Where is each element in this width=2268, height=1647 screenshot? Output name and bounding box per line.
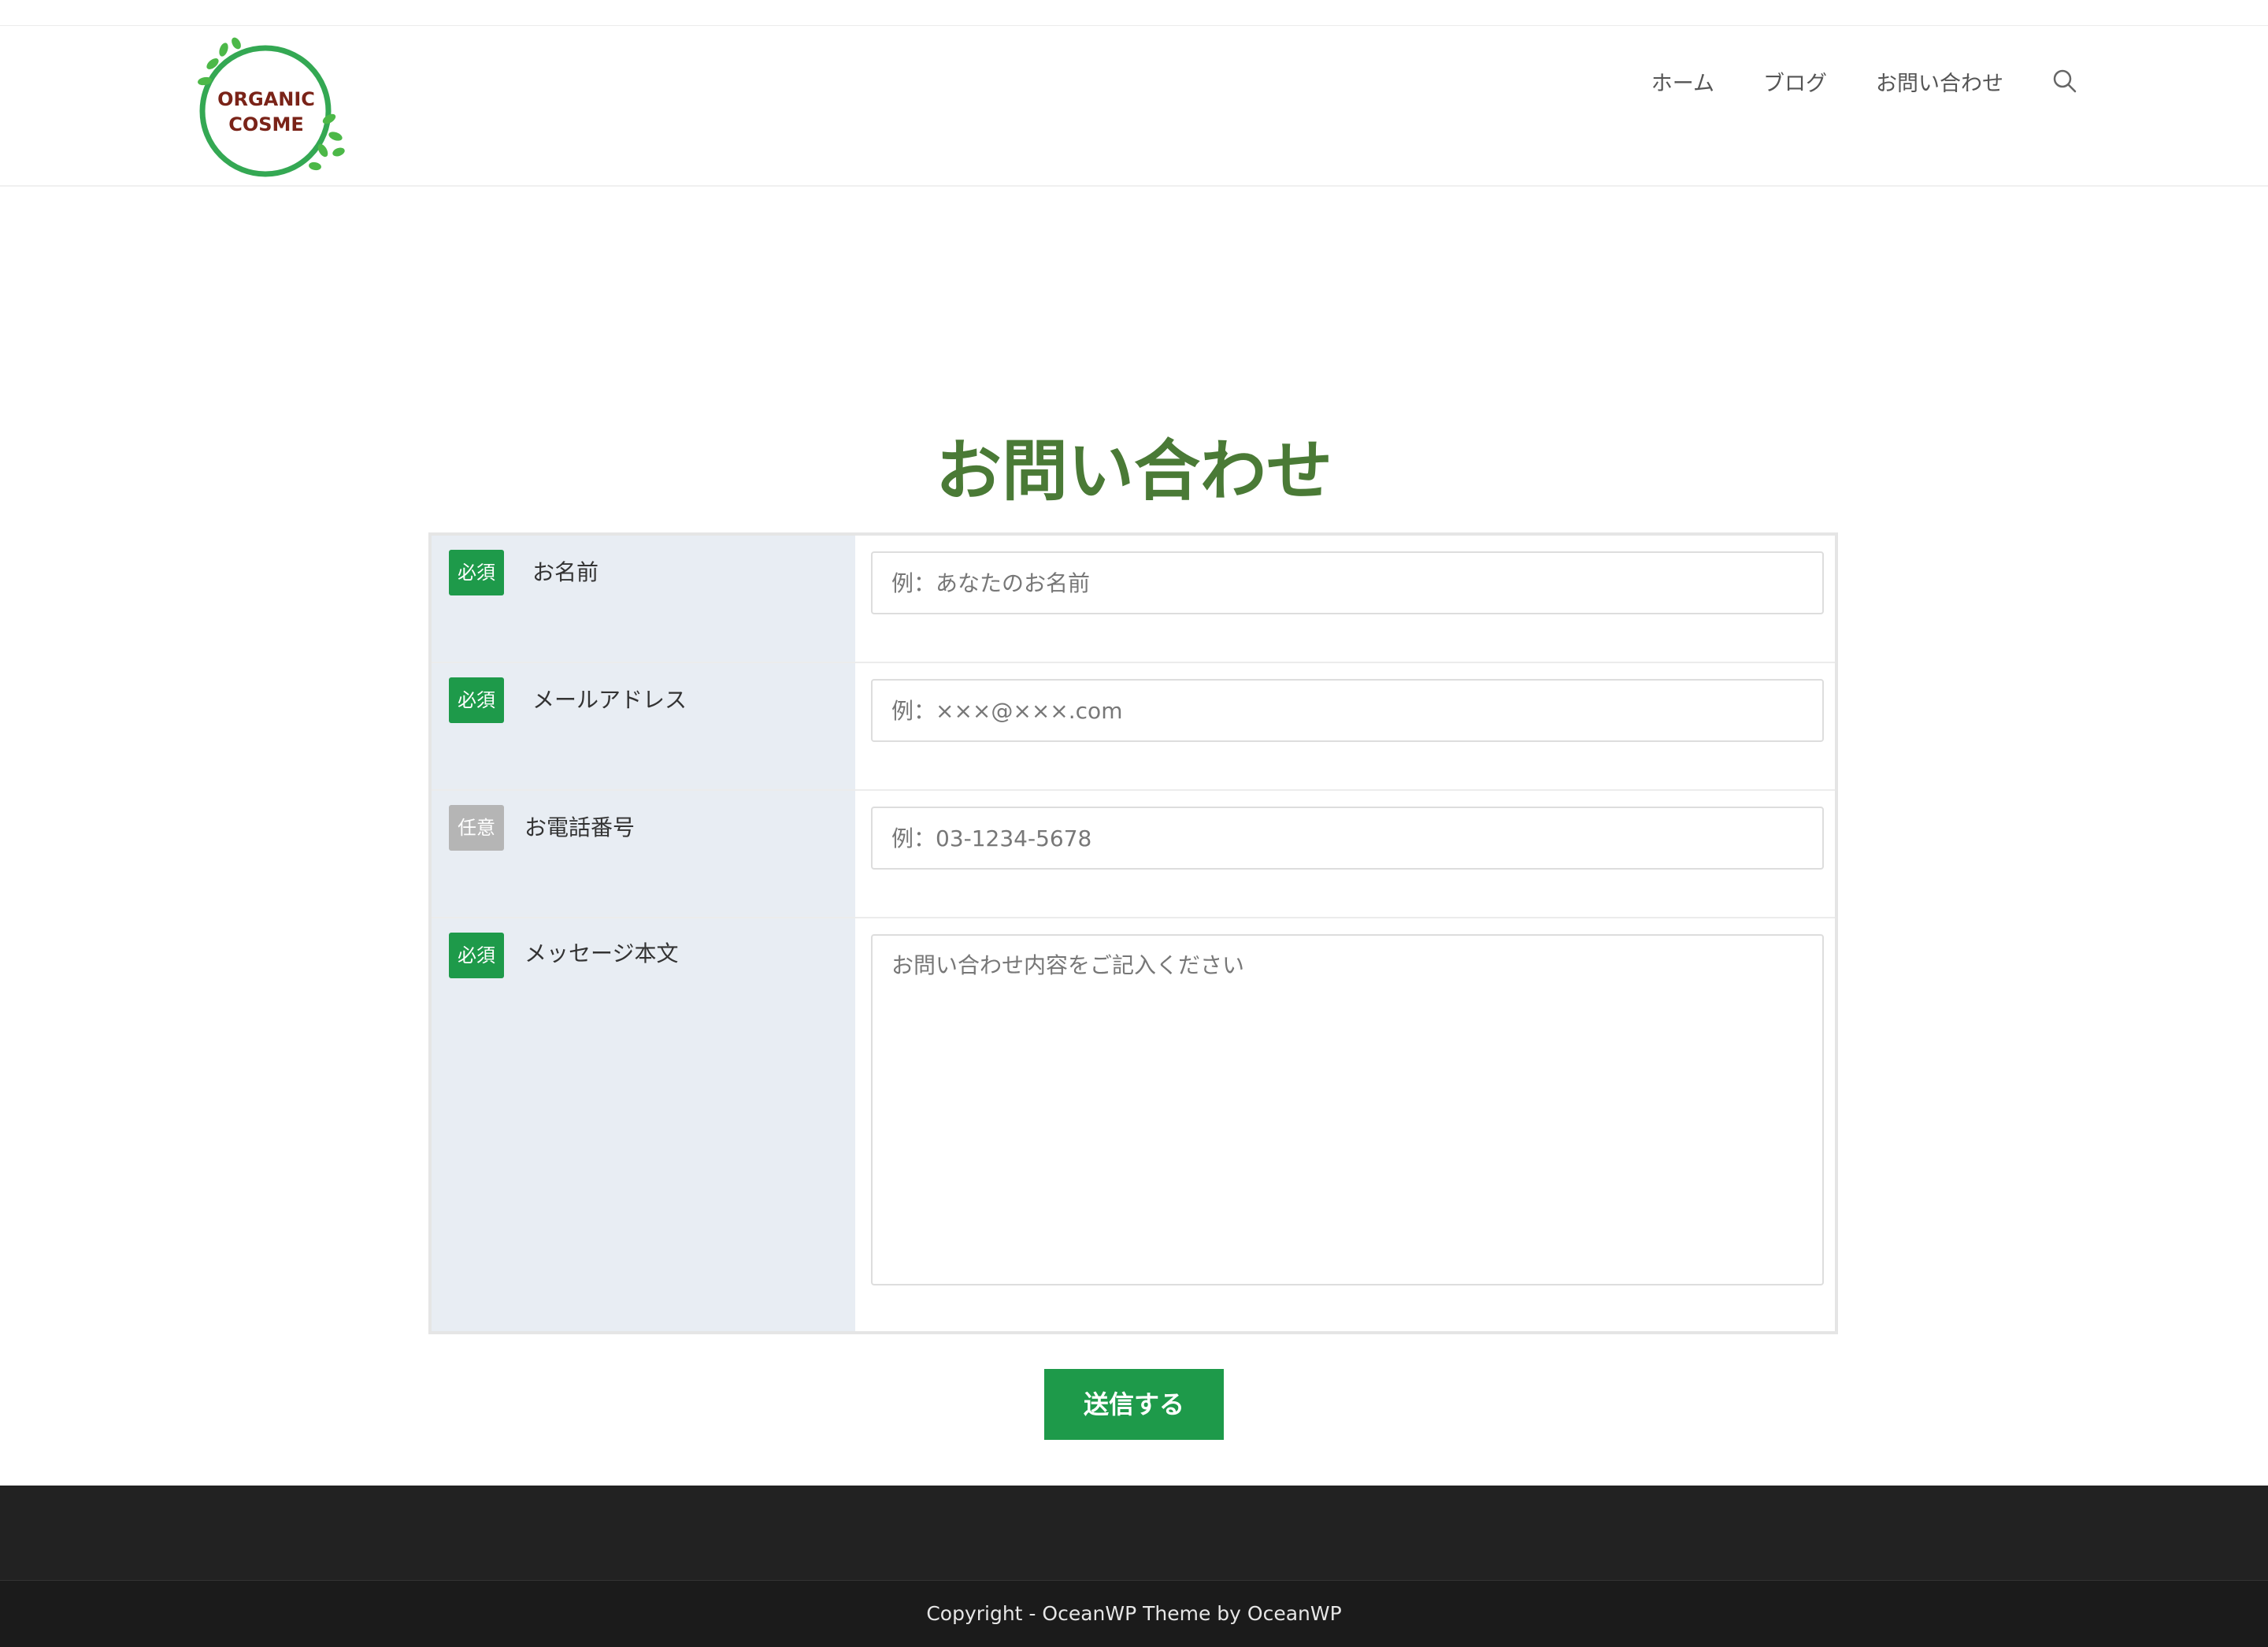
label-cell: 任意 お電話番号 <box>432 791 855 917</box>
form-row-message: 必須 メッセージ本文 <box>432 918 1835 1331</box>
email-label: メールアドレス <box>532 687 687 713</box>
label-cell: 必須 お名前 <box>432 536 855 662</box>
site-footer: Copyright - OceanWP Theme by OceanWP <box>0 1580 2268 1647</box>
email-input[interactable] <box>871 679 1824 742</box>
required-badge: 必須 <box>449 677 504 723</box>
site-header: ORGANIC COSME ホーム ブログ お問い合わせ <box>0 26 2268 187</box>
search-icon[interactable] <box>2051 67 2079 95</box>
name-input[interactable] <box>871 551 1824 614</box>
contact-form: 必須 お名前 必須 メールアドレス 任意 お電話番号 必須 メッセージ本文 <box>428 532 1838 1334</box>
svg-text:ORGANIC: ORGANIC <box>217 88 315 110</box>
nav-item-contact[interactable]: お問い合わせ <box>1876 66 2003 97</box>
footer-widgets <box>0 1486 2268 1580</box>
submit-button[interactable]: 送信する <box>1044 1369 1224 1440</box>
field-cell <box>855 918 1835 1331</box>
top-bar <box>0 0 2268 26</box>
form-row-email: 必須 メールアドレス <box>432 663 1835 791</box>
message-textarea[interactable] <box>871 934 1824 1285</box>
copyright-text: Copyright - OceanWP Theme by OceanWP <box>926 1602 1342 1625</box>
svg-text:COSME: COSME <box>228 113 304 135</box>
required-badge: 必須 <box>449 933 504 978</box>
form-row-name: 必須 お名前 <box>432 536 1835 663</box>
nav-item-blog[interactable]: ブログ <box>1763 66 1827 97</box>
phone-label: お電話番号 <box>524 814 636 840</box>
phone-input[interactable] <box>871 807 1824 870</box>
organic-cosme-logo: ORGANIC COSME <box>198 37 345 177</box>
page-title: お問い合わせ <box>935 432 1332 510</box>
form-row-phone: 任意 お電話番号 <box>432 791 1835 918</box>
label-cell: 必須 メールアドレス <box>432 663 855 789</box>
required-badge: 必須 <box>449 550 504 595</box>
field-cell <box>855 536 1835 662</box>
main-nav: ホーム ブログ お問い合わせ <box>1603 26 2079 136</box>
label-cell: 必須 メッセージ本文 <box>432 918 855 1331</box>
field-cell <box>855 791 1835 917</box>
optional-badge: 任意 <box>449 805 504 851</box>
message-label: メッセージ本文 <box>524 940 679 966</box>
name-label: お名前 <box>532 559 599 585</box>
site-logo[interactable]: ORGANIC COSME <box>189 32 346 182</box>
field-cell <box>855 663 1835 789</box>
nav-item-home[interactable]: ホーム <box>1651 66 1714 97</box>
